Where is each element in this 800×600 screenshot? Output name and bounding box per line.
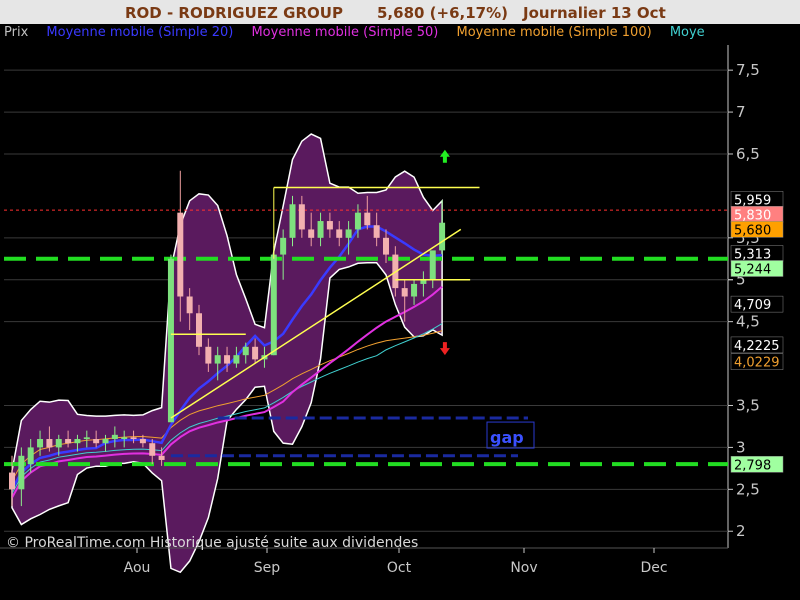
candle-body [252,346,259,360]
candle-body [196,313,202,347]
candle-body [345,229,352,238]
candle-body [298,204,305,230]
x-tick-label: Aou [124,560,151,576]
candle-body [429,250,436,280]
candle-body [401,288,408,297]
candle-body [186,296,193,314]
price-marker-label: 2,798 [734,458,771,473]
up-arrow-icon [439,149,450,163]
candle-body [37,439,44,448]
x-axis: Aou Sep Oct Nov Dec [0,547,728,576]
candle-body [167,258,174,423]
candle-body [83,437,90,440]
candle-body [93,439,100,444]
candle-body [111,434,118,440]
price-marker-label: 4,2225 [734,339,780,354]
candle-body [270,254,277,356]
price-marker-label: 5,680 [734,223,771,238]
candle-body [18,455,25,490]
y-tick-label: 4,5 [736,313,760,331]
candle-body [224,355,231,364]
candle-body [74,439,81,444]
candle-body [46,439,53,448]
candle-body [177,212,184,297]
x-tick-label: Sep [254,560,281,576]
y-tick-label: 6,5 [736,145,760,163]
candle-body [364,212,371,226]
candle-body [439,222,446,251]
candle-body [373,225,380,238]
x-tick-label: Nov [510,560,537,576]
down-arrow-icon [439,342,450,356]
y-tick-label: 2 [736,522,746,540]
candle-body [411,283,418,297]
candle-body [242,346,249,356]
candle-body [9,472,15,490]
candle-body [317,221,324,238]
x-tick-label: Dec [640,560,667,576]
price-marker-label: 4,0229 [734,356,780,371]
candle-body [65,439,72,444]
candle-body [233,355,240,364]
x-tick-label: Oct [387,560,412,576]
candle-body [336,229,343,238]
candle-body [55,439,62,448]
y-tick-label: 3,5 [736,396,760,414]
candle-body [289,204,296,238]
candle-body [158,455,165,460]
y-tick-label: 2,5 [736,480,760,498]
candle-body [102,439,109,444]
y-tick-label: 7 [736,103,746,121]
price-markers: 5,9595,8305,6805,3135,2444,7094,22254,02… [730,191,784,473]
candle-body [121,437,128,440]
candle-body [383,237,389,255]
price-chart[interactable]: gap 7,576,55,554,53,532,52 Aou Sep Oct Nov D… [0,0,800,600]
candle-body [308,229,315,238]
copyright-footer: © ProRealTime.com Historique ajusté suit… [6,535,419,551]
candle-body [354,212,361,230]
y-tick-label: 7,5 [736,61,760,79]
grid-lines [4,45,729,548]
price-marker-label: 4,709 [734,298,771,313]
candle-body [280,237,287,255]
candle-body [139,439,146,444]
candle-body [27,447,34,465]
candle-body [149,443,156,456]
candle-body [130,437,137,440]
y-tick-label: 3 [736,438,746,456]
candle-body [214,355,221,364]
price-marker-label: 5,244 [734,262,771,277]
gap-label: gap [490,428,524,447]
candle-body [326,221,333,230]
candle-body [205,346,212,364]
